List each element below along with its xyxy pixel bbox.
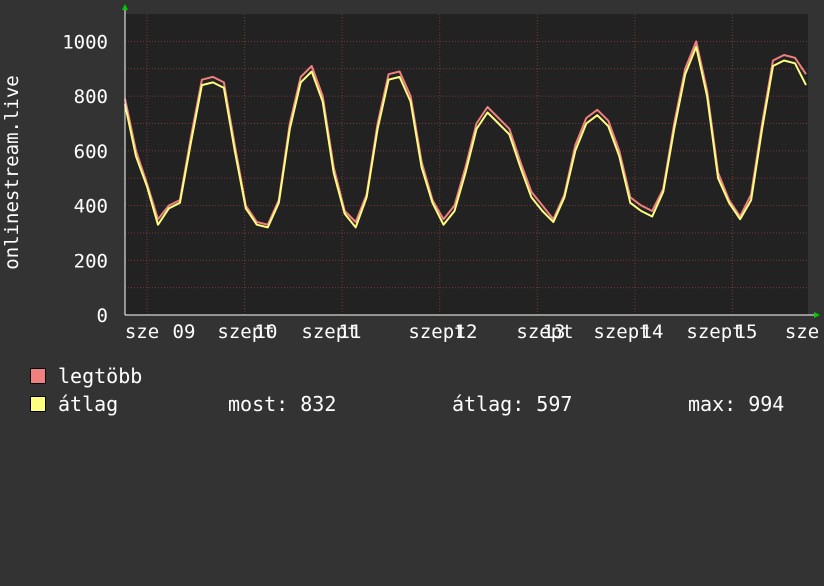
y-tick-label: 600 [74, 141, 108, 163]
y-tick-label: 800 [74, 86, 108, 108]
legend-row-max-series: legtöbb [30, 362, 142, 390]
y-tick-label: 0 [97, 305, 108, 327]
x-axis-arrow [814, 312, 820, 318]
y-tick-label: 1000 [62, 31, 108, 53]
legend-swatch-max [30, 368, 46, 384]
x-tick-label: 13 [543, 321, 566, 343]
legend-label-avg: átlag [58, 392, 119, 416]
x-axis-ticks: sze 09 szept10 szept11 szept12 szept13 szept14… [125, 321, 819, 343]
x-tick-label: 12 [455, 321, 478, 343]
legend: legtöbb átlag most: 832 átlag: 597 max: … [30, 362, 784, 418]
y-axis-label: onlinestream.live [1, 75, 23, 269]
stat-average: átlag: 597 [452, 392, 573, 416]
x-tick-label: 10 [255, 321, 278, 343]
x-tick-label: sze [125, 321, 159, 343]
legend-label-max: legtöbb [58, 364, 143, 388]
x-tick-label: 09 [173, 321, 196, 343]
x-tick-label: 14 [641, 321, 664, 343]
y-tick-label: 200 [74, 250, 108, 272]
legend-row-avg-series: átlag most: 832 átlag: 597 max: 994 [30, 390, 784, 418]
y-axis-arrow [122, 4, 128, 10]
x-tick-label: 15 [735, 321, 758, 343]
x-tick-label: 11 [339, 321, 362, 343]
y-tick-label: 400 [74, 196, 108, 218]
y-axis-ticks: 0 200 400 600 800 1000 [62, 31, 108, 327]
legend-swatch-avg [30, 396, 46, 412]
stat-maximum: max: 994 [688, 392, 785, 416]
stat-current: most: 832 [228, 392, 337, 416]
x-tick-label: sze [785, 321, 819, 343]
